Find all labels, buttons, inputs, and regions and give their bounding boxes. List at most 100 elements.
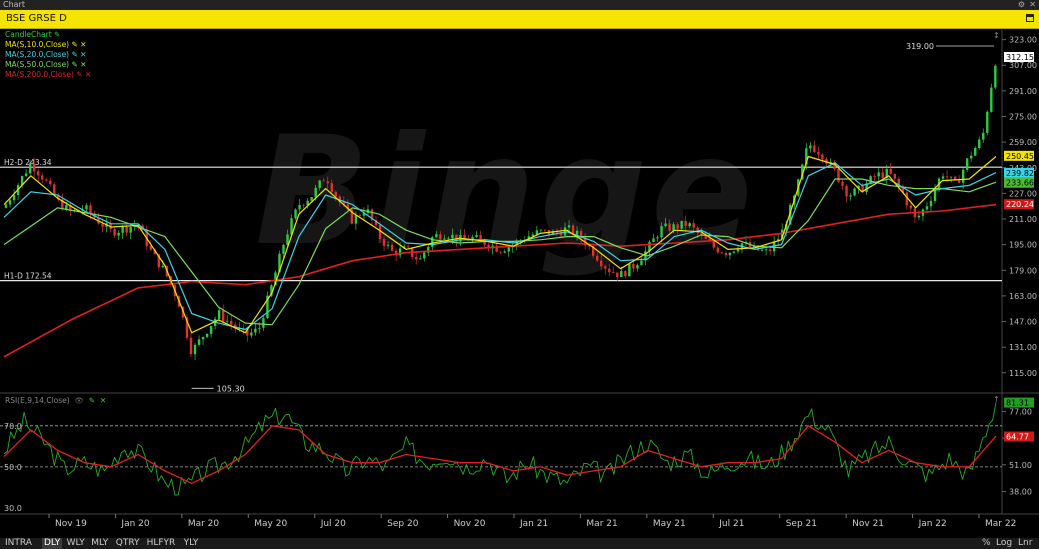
hline-label-1: H2-D 243.34 [4,158,52,167]
eye-icon[interactable]: 👁 [72,396,84,405]
legend-item[interactable]: MA(S,20.0,Close) ✎ ✕ [5,50,91,60]
rsi-tick-label: 77.00 [1009,407,1032,416]
candle-body [716,247,720,253]
time-tick-label: Jan 21 [519,519,548,529]
candle-body [503,251,506,253]
candle-body [382,239,386,246]
period-wly-button[interactable]: WLY [67,538,85,549]
candle-body [974,148,977,156]
price-tick-label: 147.00 [1009,318,1037,327]
edit-icon[interactable]: ✎ [69,50,78,59]
candle-body [728,252,732,256]
candle-body [415,256,418,260]
candle-body [358,215,362,217]
candle-body [322,180,325,182]
period-qtry-button[interactable]: QTRY [116,538,140,549]
candle-body [36,171,40,176]
price-tick-label: 163.00 [1009,292,1037,301]
rsi-signal-line [3,425,997,484]
candle-body [121,226,124,233]
candle-body [539,229,543,231]
candle-body [676,224,679,229]
candle-body [12,195,16,201]
candle-body [262,318,265,328]
candle-body [45,179,48,181]
chart-canvas[interactable]: 323.00307.00291.00275.00259.00243.00227.… [0,0,1039,549]
candle-body [32,163,36,172]
candle-body [189,337,193,355]
candle-body [567,225,571,228]
price-tick-label: 131.00 [1009,343,1037,352]
period-yly-button[interactable]: YLY [184,538,199,549]
edit-icon[interactable]: ✎ [52,30,60,39]
candle-body [129,227,132,233]
rsi-arrow-icon: ↑ [993,395,1000,404]
candle-body [435,234,438,238]
price-tick-label: 227.00 [1009,189,1037,198]
candle-body [209,325,213,334]
rsi-panel-label: RSI(E,9,14,Close) 👁 ✎ ✕ [5,396,106,405]
legend-item[interactable]: MA(S,10.0,Close) ✎ ✕ [5,40,91,50]
candle-body [330,183,333,192]
edit-icon[interactable]: ✎ [69,60,78,69]
remove-icon[interactable]: ✕ [78,50,86,59]
time-tick-label: May 21 [653,519,686,529]
candle-body [917,215,921,218]
edit-icon[interactable]: ✎ [74,70,82,79]
remove-icon[interactable]: ✕ [83,70,91,79]
ma20-badge: 239.82 [1006,169,1034,178]
candle-body [201,336,205,340]
price-tick-label: 307.00 [1009,61,1037,70]
candle-body [616,272,619,277]
candle-body [226,320,229,322]
legend-label: MA(S,50.0,Close) [5,60,70,69]
period-mly-button[interactable]: MLY [91,538,108,549]
period-hlfyr-button[interactable]: HLFYR [147,538,176,549]
remove-icon[interactable]: ✕ [97,396,106,405]
candle-body [89,205,92,214]
candle-body [230,320,233,325]
candle-body [869,176,872,184]
candle-body [600,260,603,267]
price-tick-label: 211.00 [1009,215,1037,224]
candle-body [310,197,313,201]
remove-icon[interactable]: ✕ [78,60,86,69]
candle-body [543,229,547,231]
candle-body [632,264,635,269]
candle-body [378,224,382,240]
legend-label: MA(S,200.0,Close) [5,70,74,79]
candle-body [24,173,28,177]
time-tick-label: Sep 21 [786,519,817,529]
scale-percent-button[interactable]: % [982,538,991,549]
candle-body [841,181,844,186]
candle-body [604,266,607,269]
candle-body [949,176,953,178]
legend-item[interactable]: MA(S,50.0,Close) ✎ ✕ [5,60,91,70]
candle-body [925,206,929,210]
rsi-left-tick: 30.0 [4,504,22,513]
edit-icon[interactable]: ✎ [69,40,78,49]
price-tick-label: 179.00 [1009,266,1037,275]
candle-body [161,265,165,268]
legend-item[interactable]: CandleChart ✎ [5,30,91,40]
time-tick-label: Jan 20 [120,519,149,529]
candle-body [28,163,32,174]
scale-log-button[interactable]: Log [996,538,1012,549]
scale-lnr-button[interactable]: Lnr [1018,538,1032,549]
period-dly-button[interactable]: DLY [42,538,63,549]
remove-icon[interactable]: ✕ [78,40,86,49]
candle-body [664,223,667,227]
candle-body [813,145,816,152]
candle-body [326,181,329,184]
candle-body [41,175,44,180]
candle-body [125,226,128,233]
candle-body [990,87,993,112]
period-intra-button[interactable]: INTRA [5,538,32,549]
edit-icon[interactable]: ✎ [86,396,95,405]
legend-item[interactable]: MA(S,200.0,Close) ✎ ✕ [5,70,91,80]
candle-body [624,271,627,277]
candle-body [608,268,611,273]
candle-body [499,251,502,253]
time-tick-label: Jan 22 [918,519,947,529]
candle-body [447,238,450,240]
